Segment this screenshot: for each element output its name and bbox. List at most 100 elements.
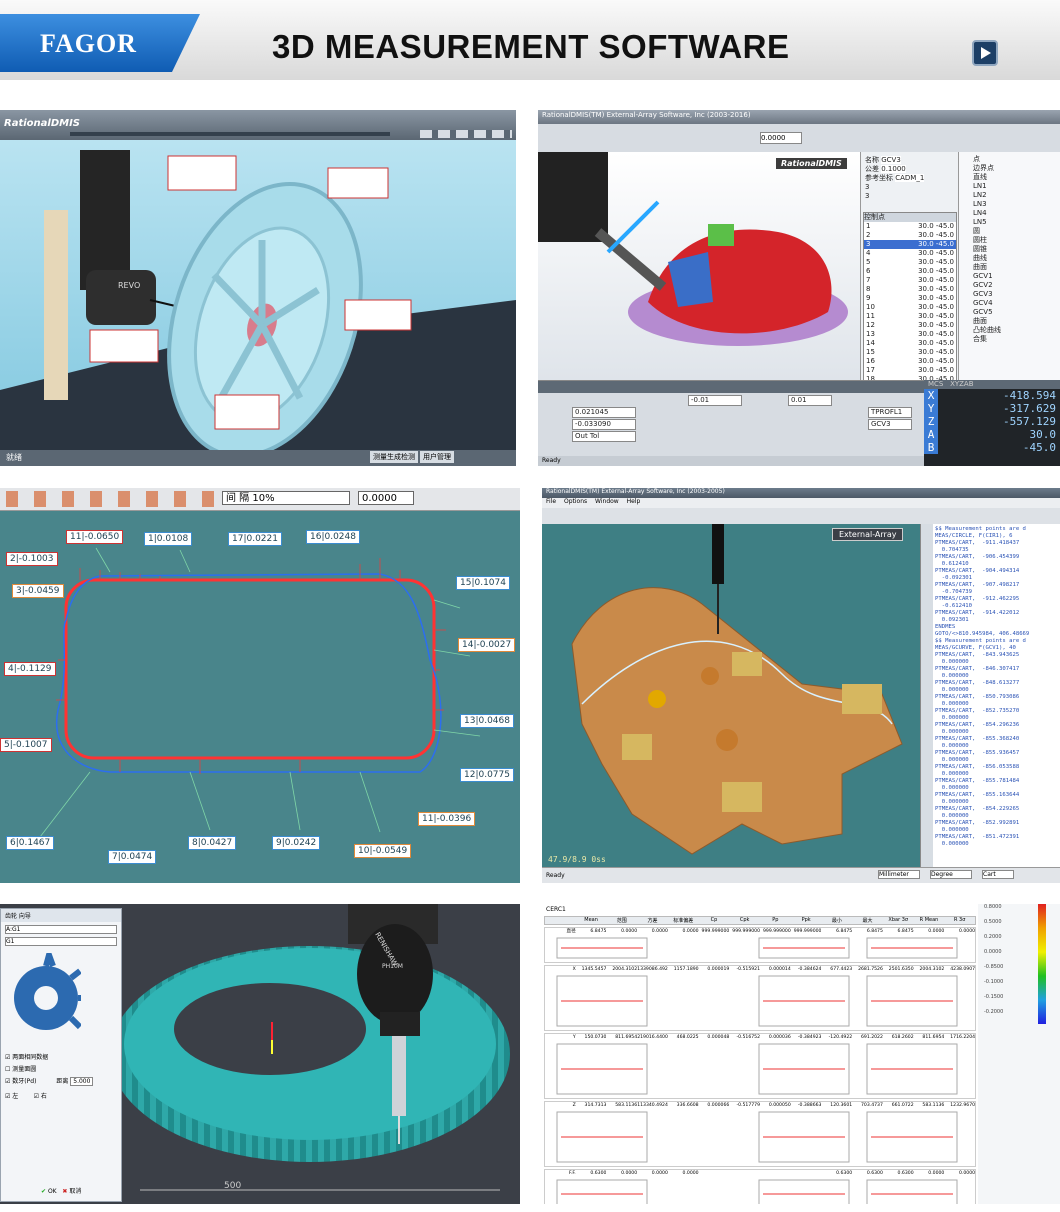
code-line: $$ Measurement points are d bbox=[935, 638, 1026, 644]
code-line: 0.000000 bbox=[935, 771, 969, 777]
ok-button[interactable]: OK bbox=[48, 1188, 57, 1195]
tree-item[interactable]: 曲面 bbox=[973, 263, 1060, 272]
tree-item[interactable]: 圆柱 bbox=[973, 236, 1060, 245]
tree-item[interactable]: GCV5 bbox=[973, 308, 1060, 317]
table-row[interactable]: 2 30.0 -45.0 bbox=[864, 231, 956, 240]
table-row[interactable]: 3 30.0 -45.0 bbox=[864, 240, 956, 249]
table-cell: 468.0225 bbox=[676, 1035, 699, 1040]
gear-select[interactable]: A:G1 bbox=[5, 925, 117, 934]
table-row[interactable]: 13 30.0 -45.0 bbox=[864, 330, 956, 339]
coord-select[interactable]: Cart bbox=[982, 870, 1014, 879]
toolbar-icons[interactable] bbox=[6, 491, 216, 507]
side-options[interactable]: ☑ 左 ☑ 右 bbox=[5, 1091, 117, 1100]
toolbar-value-field[interactable]: 0.0000 bbox=[760, 132, 802, 144]
program-editor[interactable]: $$ Measurement points are d MEAS/CIRCLE, … bbox=[920, 524, 1060, 868]
menu-window[interactable]: Window bbox=[595, 498, 619, 505]
tree-item[interactable]: LN3 bbox=[973, 200, 1060, 209]
row-value: 30.0 -45.0 bbox=[918, 222, 954, 230]
table-row[interactable]: 15 30.0 -45.0 bbox=[864, 348, 956, 357]
scale-value: -0.2000 bbox=[984, 1009, 1004, 1015]
table-row[interactable]: 10 30.0 -45.0 bbox=[864, 303, 956, 312]
row-index: 4 bbox=[866, 249, 871, 257]
tree-item[interactable]: 点 bbox=[973, 155, 1060, 164]
screenshot-wheel-measurement: RationalDMIS REVO 就绪 测量生成检测 用户管理 bbox=[0, 110, 516, 466]
deviation-field[interactable]: -0.033090 bbox=[572, 419, 636, 430]
dro-row: X -418.594 bbox=[924, 389, 1060, 402]
dro-value: -45.0 bbox=[1022, 441, 1056, 454]
feature-field[interactable]: GCV3 bbox=[868, 419, 912, 430]
table-cell: 999.999000 bbox=[793, 929, 822, 934]
row-index: 9 bbox=[866, 294, 871, 302]
angle-select[interactable]: Degree bbox=[930, 870, 972, 879]
table-row[interactable]: 14 30.0 -45.0 bbox=[864, 339, 956, 348]
tree-item[interactable]: 凸轮曲线 bbox=[973, 326, 1060, 335]
table-row[interactable]: 8 30.0 -45.0 bbox=[864, 285, 956, 294]
table-row[interactable]: 6 30.0 -45.0 bbox=[864, 267, 956, 276]
tree-item[interactable]: 边界点 bbox=[973, 164, 1060, 173]
menu-options[interactable]: Options bbox=[564, 498, 587, 505]
table-cell: 120.3601 bbox=[830, 1103, 853, 1108]
table-row[interactable]: 16 30.0 -45.0 bbox=[864, 357, 956, 366]
tree-item[interactable]: 直线 bbox=[973, 173, 1060, 182]
column-header: Cpk bbox=[739, 917, 750, 923]
status-button-2[interactable]: 用户管理 bbox=[420, 451, 454, 463]
block-2 bbox=[842, 684, 882, 714]
units-select[interactable]: Millimeter bbox=[878, 870, 920, 879]
mini-chart bbox=[556, 1179, 648, 1204]
table-cell: 1157.1890 bbox=[673, 967, 699, 972]
profile-field[interactable]: TPROFL1 bbox=[868, 407, 912, 418]
tree-item[interactable]: GCV3 bbox=[973, 290, 1060, 299]
tree-item[interactable]: 圆 bbox=[973, 227, 1060, 236]
table-row[interactable]: 4 30.0 -45.0 bbox=[864, 249, 956, 258]
cancel-button[interactable]: 取消 bbox=[69, 1188, 81, 1195]
tree-item[interactable]: 曲线 bbox=[973, 254, 1060, 263]
interval-combo[interactable]: 间 隔 10% bbox=[222, 491, 350, 505]
spc-table-area: CERC1 Mean 范围 方差 标准偏差 Cp Cpk Pp Ppk 最小 最大 Xbar 3σ R… bbox=[542, 904, 979, 1204]
upper-tol-field[interactable]: 0.01 bbox=[788, 395, 832, 406]
table-row[interactable]: 5 30.0 -45.0 bbox=[864, 258, 956, 267]
table-cell: 4238.0907 bbox=[950, 967, 976, 972]
option-3[interactable]: ☑ 数牙(Pd) 距离 5.000 bbox=[5, 1076, 117, 1086]
table-cell: 0.000014 bbox=[768, 967, 791, 972]
tree-item[interactable]: LN1 bbox=[973, 182, 1060, 191]
tree-item[interactable]: GCV1 bbox=[973, 272, 1060, 281]
lower-tol-field[interactable]: -0.01 bbox=[688, 395, 742, 406]
tree-item[interactable]: 圆锥 bbox=[973, 245, 1060, 254]
table-row[interactable]: 11 30.0 -45.0 bbox=[864, 312, 956, 321]
window-titlebar: RationalDMIS(TM) External-Array Software… bbox=[542, 488, 1060, 498]
table-row[interactable]: 7 30.0 -45.0 bbox=[864, 276, 956, 285]
tolerance-status-field[interactable]: Out Tol bbox=[572, 431, 636, 442]
dro-value: 30.0 bbox=[1029, 428, 1057, 441]
tree-item[interactable]: LN5 bbox=[973, 218, 1060, 227]
row-value: 30.0 -45.0 bbox=[918, 240, 954, 248]
tree-item[interactable]: GCV4 bbox=[973, 299, 1060, 308]
play-icon[interactable] bbox=[972, 40, 998, 66]
control-point-table[interactable]: 控制点 1 30.0 -45.0 2 30.0 -45.0 3 30.0 -45.0 4 30… bbox=[863, 212, 957, 385]
measured-value-field[interactable]: 0.021045 bbox=[572, 407, 636, 418]
tree-item[interactable]: 曲面 bbox=[973, 317, 1060, 326]
app-toolbar[interactable] bbox=[542, 508, 1060, 525]
option-2[interactable]: ☐ 测量面圆 bbox=[5, 1064, 117, 1073]
status-button-1[interactable]: 测量生成检测 bbox=[370, 451, 418, 463]
gear-preview-icon bbox=[14, 945, 89, 1030]
table-row[interactable]: 1 30.0 -45.0 bbox=[864, 222, 956, 231]
table-cell bbox=[760, 1170, 791, 1177]
table-row[interactable]: 17 30.0 -45.0 bbox=[864, 366, 956, 375]
feature-tree[interactable]: 点边界点 直线 LN1 LN2 LN3 LN4 LN5 圆圆柱 圆锥 曲线 曲面 GCV1 GCV2 GC… bbox=[958, 152, 1060, 380]
tree-item[interactable]: 合集 bbox=[973, 335, 1060, 344]
tree-item[interactable]: LN4 bbox=[973, 209, 1060, 218]
impeller-hub bbox=[708, 224, 734, 246]
table-cell: 0.0000 bbox=[958, 1171, 976, 1176]
gear-field[interactable]: G1 bbox=[5, 937, 117, 946]
option-1[interactable]: ☑ 两面相同数据 bbox=[5, 1052, 117, 1061]
table-cell: 6.8475 bbox=[590, 929, 607, 934]
tree-item[interactable]: LN2 bbox=[973, 191, 1060, 200]
menu-file[interactable]: File bbox=[546, 498, 556, 505]
table-row[interactable]: 12 30.0 -45.0 bbox=[864, 321, 956, 330]
tree-item[interactable]: GCV2 bbox=[973, 281, 1060, 290]
table-row[interactable]: 9 30.0 -45.0 bbox=[864, 294, 956, 303]
window-buttons[interactable] bbox=[420, 130, 512, 138]
value-field[interactable]: 0.0000 bbox=[358, 491, 414, 505]
probe-head bbox=[357, 924, 433, 1024]
menu-help[interactable]: Help bbox=[627, 498, 641, 505]
